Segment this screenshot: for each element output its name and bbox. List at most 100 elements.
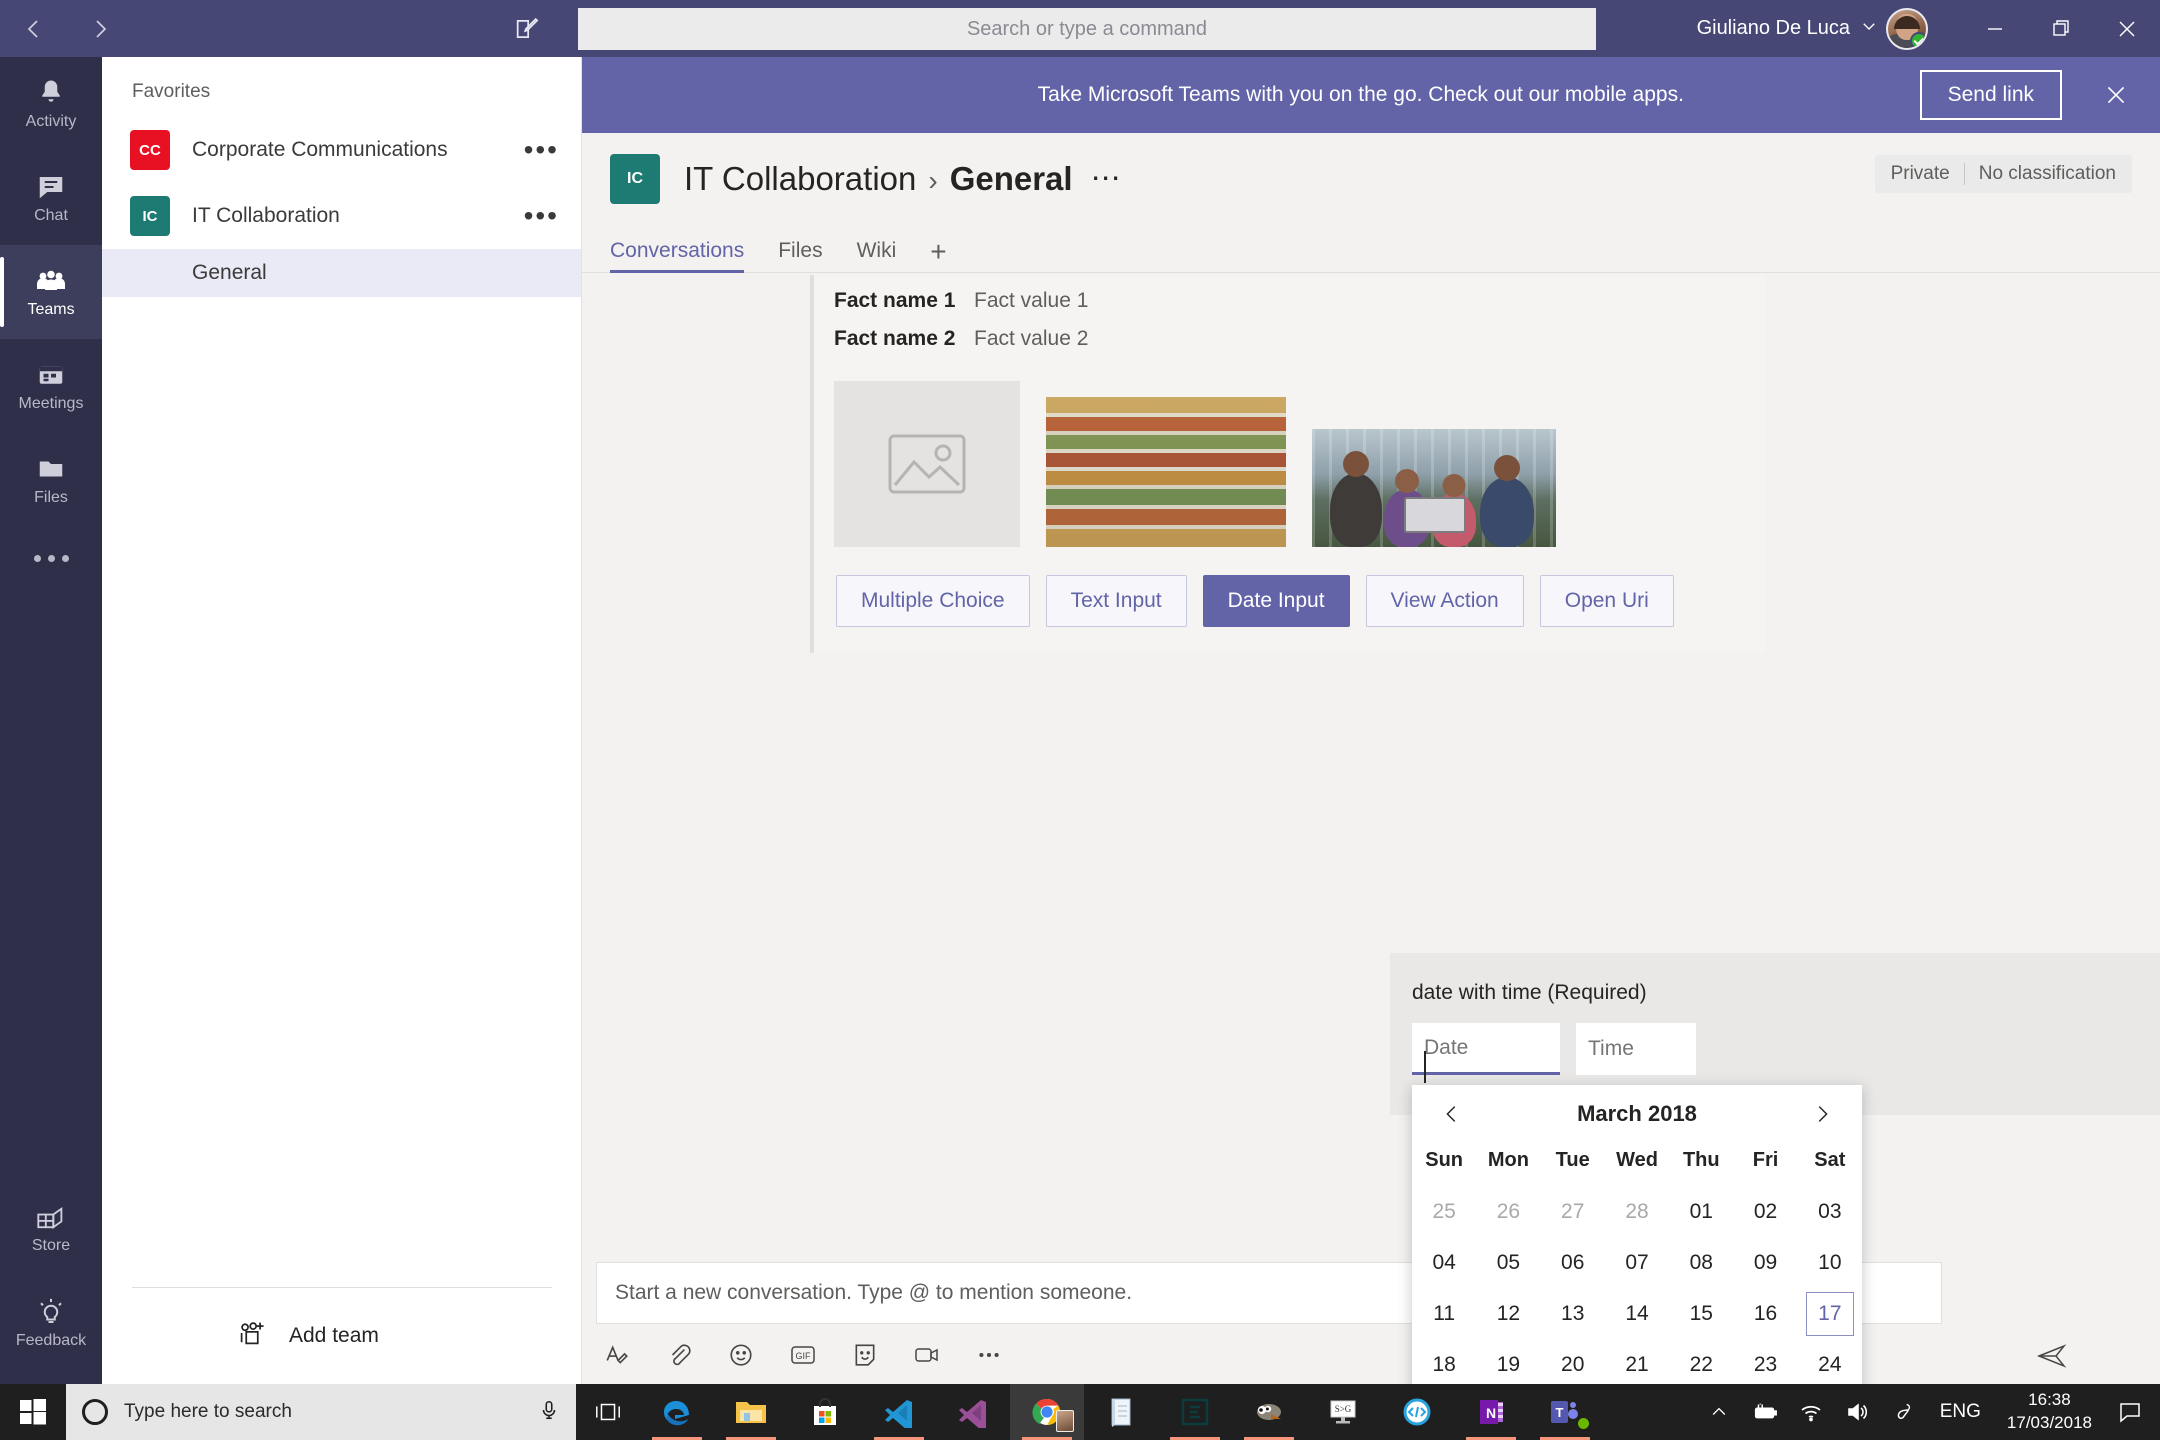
calendar-day[interactable]: 17 bbox=[1798, 1288, 1862, 1339]
taskbar-app-microsoft-teams[interactable]: T bbox=[1528, 1384, 1602, 1440]
windows-ink-icon[interactable] bbox=[1880, 1384, 1926, 1440]
calendar-day[interactable]: 15 bbox=[1669, 1288, 1733, 1339]
user-menu[interactable]: Giuliano De Luca bbox=[1697, 0, 1928, 57]
banner-close-button[interactable] bbox=[2090, 82, 2142, 108]
calendar-day[interactable]: 08 bbox=[1669, 1237, 1733, 1288]
calendar-day[interactable]: 04 bbox=[1412, 1237, 1476, 1288]
calendar-day[interactable]: 21 bbox=[1605, 1339, 1669, 1384]
rail-more-apps-button[interactable] bbox=[0, 527, 102, 589]
team-item-it-collaboration[interactable]: IC IT Collaboration ••• bbox=[102, 183, 581, 249]
action-center-icon[interactable] bbox=[2104, 1384, 2156, 1440]
send-button[interactable] bbox=[2034, 1338, 2070, 1374]
breadcrumb-team[interactable]: IT Collaboration bbox=[684, 160, 916, 198]
team-item-corporate-communications[interactable]: CC Corporate Communications ••• bbox=[102, 117, 581, 183]
microphone-icon[interactable] bbox=[538, 1399, 560, 1426]
calendar-day[interactable]: 10 bbox=[1798, 1237, 1862, 1288]
back-button[interactable] bbox=[14, 9, 54, 49]
taskbar-app-microsoft-store[interactable] bbox=[788, 1384, 862, 1440]
calendar-day[interactable]: 11 bbox=[1412, 1288, 1476, 1339]
calendar-day[interactable]: 14 bbox=[1605, 1288, 1669, 1339]
close-button[interactable] bbox=[2094, 0, 2160, 57]
giphy-button[interactable]: GIF bbox=[786, 1338, 820, 1372]
attach-file-button[interactable] bbox=[662, 1338, 696, 1372]
more-options-button[interactable] bbox=[972, 1338, 1006, 1372]
calendar-day[interactable]: 09 bbox=[1733, 1237, 1797, 1288]
action-multiple-choice[interactable]: Multiple Choice bbox=[836, 575, 1030, 627]
send-link-button[interactable]: Send link bbox=[1919, 70, 2062, 120]
calendar-day[interactable]: 07 bbox=[1605, 1237, 1669, 1288]
speaker-icon[interactable] bbox=[1834, 1384, 1880, 1440]
battery-charging-icon[interactable] bbox=[1742, 1384, 1788, 1440]
taskbar-app-gimp[interactable] bbox=[1232, 1384, 1306, 1440]
add-team-button[interactable]: Add team bbox=[102, 1288, 582, 1384]
rail-item-meetings[interactable]: Meetings bbox=[0, 339, 102, 433]
channel-item-general[interactable]: General bbox=[102, 249, 581, 297]
calendar-day[interactable]: 26 bbox=[1476, 1186, 1540, 1237]
minimize-button[interactable] bbox=[1962, 0, 2028, 57]
calendar-day[interactable]: 05 bbox=[1476, 1237, 1540, 1288]
clock[interactable]: 16:38 17/03/2018 bbox=[1995, 1389, 2104, 1435]
maximize-button[interactable] bbox=[2028, 0, 2094, 57]
calendar-prev-month-button[interactable] bbox=[1434, 1096, 1470, 1132]
action-open-uri[interactable]: Open Uri bbox=[1539, 575, 1674, 627]
windows-logo-icon[interactable] bbox=[0, 1384, 66, 1440]
meet-now-button[interactable] bbox=[910, 1338, 944, 1372]
channel-more-options-button[interactable]: ⋯ bbox=[1091, 164, 1123, 194]
tab-wiki[interactable]: Wiki bbox=[857, 239, 897, 272]
team-more-options-button[interactable]: ••• bbox=[524, 202, 559, 230]
action-date-input[interactable]: Date Input bbox=[1202, 575, 1350, 627]
format-text-button[interactable] bbox=[600, 1338, 634, 1372]
calendar-day[interactable]: 01 bbox=[1669, 1186, 1733, 1237]
taskbar-app-file-explorer[interactable] bbox=[714, 1384, 788, 1440]
taskbar-app-snagit[interactable]: S>G bbox=[1306, 1384, 1380, 1440]
calendar-day[interactable]: 19 bbox=[1476, 1339, 1540, 1384]
rail-item-store[interactable]: Store bbox=[0, 1182, 102, 1276]
rail-item-feedback[interactable]: Feedback bbox=[0, 1276, 102, 1370]
tab-conversations[interactable]: Conversations bbox=[610, 239, 745, 273]
calendar-day[interactable]: 12 bbox=[1476, 1288, 1540, 1339]
emoji-button[interactable] bbox=[724, 1338, 758, 1372]
wifi-icon[interactable] bbox=[1788, 1384, 1834, 1440]
chevron-up-icon[interactable] bbox=[1696, 1384, 1742, 1440]
calendar-day[interactable]: 13 bbox=[1541, 1288, 1605, 1339]
calendar-day[interactable]: 24 bbox=[1798, 1339, 1862, 1384]
search-input[interactable] bbox=[578, 8, 1596, 50]
sticker-button[interactable] bbox=[848, 1338, 882, 1372]
calendar-day[interactable]: 06 bbox=[1541, 1237, 1605, 1288]
forward-button[interactable] bbox=[80, 9, 120, 49]
rail-item-files[interactable]: Files bbox=[0, 433, 102, 527]
taskbar-app-code-viewer[interactable] bbox=[1380, 1384, 1454, 1440]
calendar-day[interactable]: 20 bbox=[1541, 1339, 1605, 1384]
language-indicator[interactable]: ENG bbox=[1926, 1401, 1995, 1423]
date-input[interactable] bbox=[1412, 1023, 1560, 1075]
calendar-day[interactable]: 22 bbox=[1669, 1339, 1733, 1384]
calendar-day[interactable]: 18 bbox=[1412, 1339, 1476, 1384]
calendar-day[interactable]: 03 bbox=[1798, 1186, 1862, 1237]
avatar[interactable] bbox=[1886, 7, 1928, 50]
taskbar-app-visual-studio[interactable] bbox=[936, 1384, 1010, 1440]
team-more-options-button[interactable]: ••• bbox=[524, 136, 559, 164]
taskbar-search-box[interactable]: Type here to search bbox=[66, 1384, 576, 1440]
calendar-day[interactable]: 23 bbox=[1733, 1339, 1797, 1384]
new-chat-button[interactable] bbox=[505, 7, 549, 51]
action-text-input[interactable]: Text Input bbox=[1045, 575, 1187, 627]
taskbar-app-onenote[interactable]: N bbox=[1454, 1384, 1528, 1440]
calendar-day[interactable]: 28 bbox=[1605, 1186, 1669, 1237]
rail-item-chat[interactable]: Chat bbox=[0, 151, 102, 245]
time-input[interactable] bbox=[1576, 1023, 1696, 1075]
add-tab-button[interactable]: + bbox=[930, 236, 946, 272]
taskbar-app-edge[interactable] bbox=[640, 1384, 714, 1440]
calendar-day[interactable]: 27 bbox=[1541, 1186, 1605, 1237]
calendar-day[interactable]: 16 bbox=[1733, 1288, 1797, 1339]
taskbar-app-notepad[interactable] bbox=[1084, 1384, 1158, 1440]
calendar-next-month-button[interactable] bbox=[1804, 1096, 1840, 1132]
calendar-day[interactable]: 02 bbox=[1733, 1186, 1797, 1237]
rail-item-activity[interactable]: Activity bbox=[0, 57, 102, 151]
taskbar-app-google-chrome[interactable] bbox=[1010, 1384, 1084, 1440]
taskbar-app-visual-studio-code[interactable] bbox=[862, 1384, 936, 1440]
tab-files[interactable]: Files bbox=[778, 239, 822, 272]
taskbar-app-evernote[interactable] bbox=[1158, 1384, 1232, 1440]
calendar-day[interactable]: 25 bbox=[1412, 1186, 1476, 1237]
action-view-action[interactable]: View Action bbox=[1365, 575, 1524, 627]
task-view-icon[interactable] bbox=[576, 1384, 640, 1440]
